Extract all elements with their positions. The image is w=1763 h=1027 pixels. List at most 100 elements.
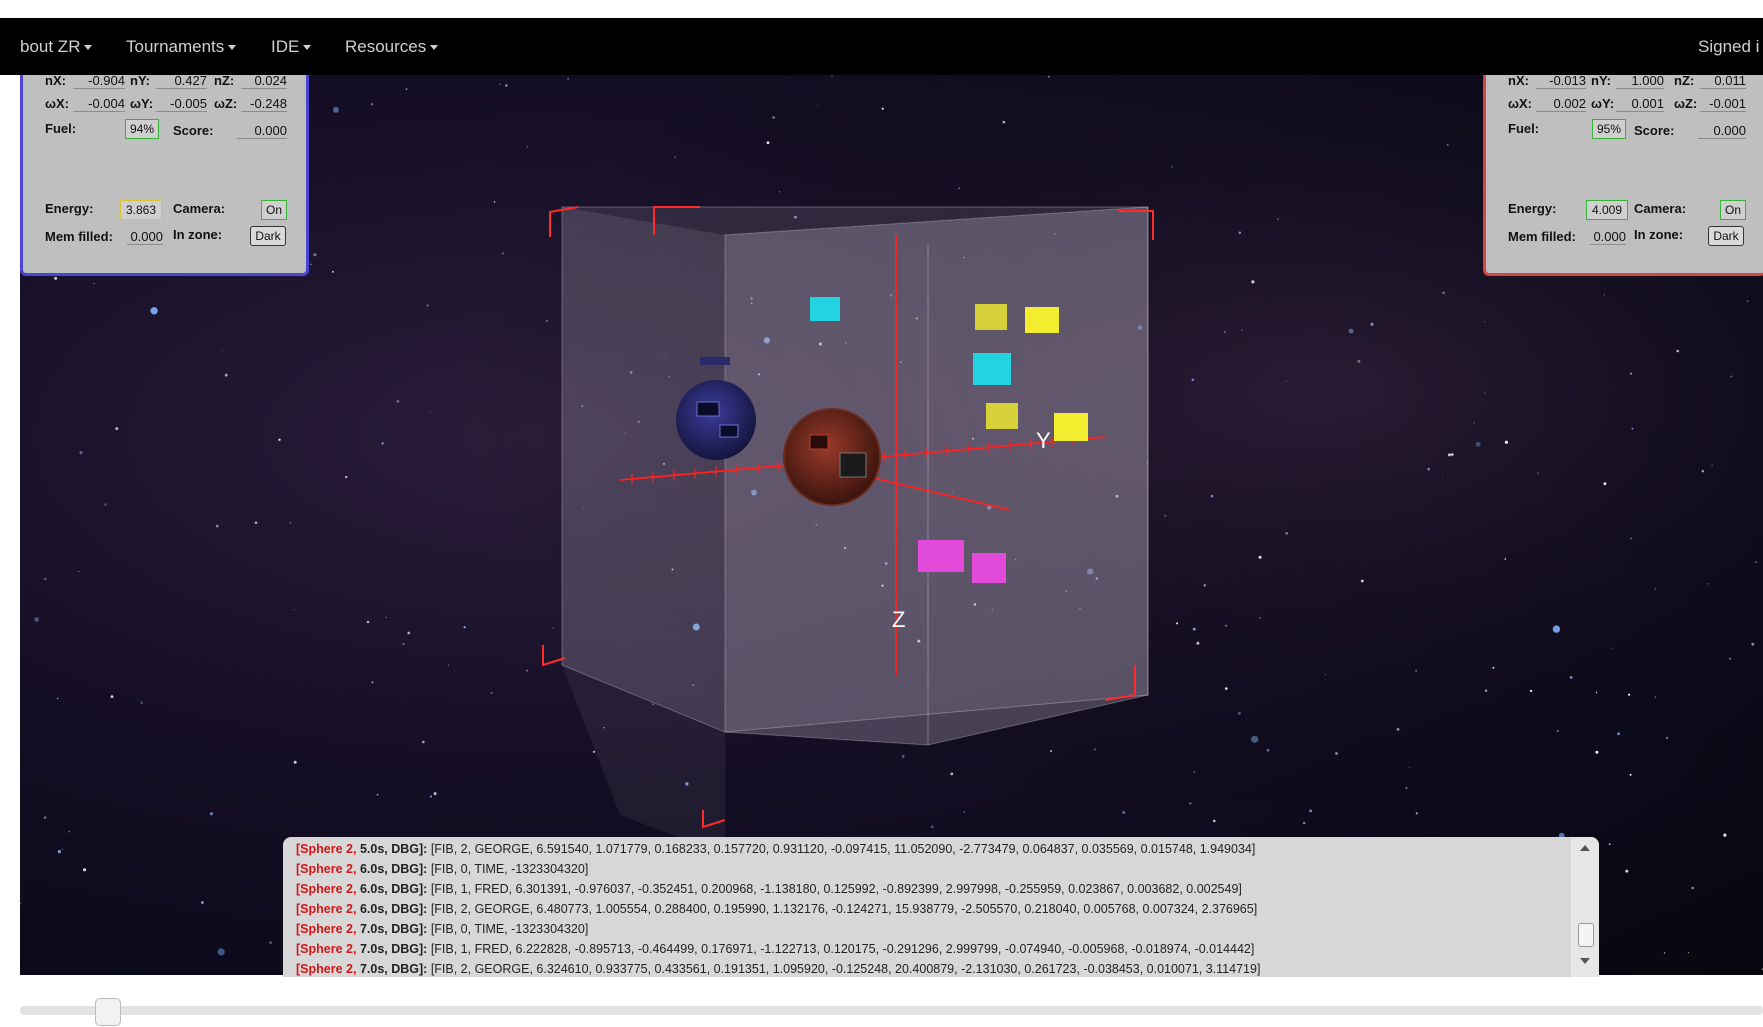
console-log-line: [Sphere 2, 7.0s, DBG]: [FIB, 0, TIME, -1… xyxy=(296,919,1564,939)
ny-value: 1.000 xyxy=(1616,75,1664,89)
score-value: 0.000 xyxy=(1698,123,1746,139)
bracket: ]: xyxy=(419,962,431,976)
star xyxy=(1238,711,1241,715)
star xyxy=(1309,809,1313,813)
camera-value: On xyxy=(1720,200,1746,220)
star xyxy=(1225,624,1227,627)
camera-label: Camera: xyxy=(173,201,226,216)
star xyxy=(1210,494,1214,498)
signed-in-link[interactable]: Signed i xyxy=(1698,18,1759,75)
star xyxy=(1754,561,1757,564)
star xyxy=(310,263,312,265)
star xyxy=(1654,588,1657,590)
star xyxy=(224,373,228,377)
star xyxy=(526,146,529,148)
console-scrollbar[interactable] xyxy=(1571,837,1599,977)
star xyxy=(150,307,158,315)
bracket: ]: xyxy=(419,862,431,876)
star xyxy=(1442,476,1444,478)
console-log-line: [Sphere 2, 6.0s, DBG]: [FIB, 1, FRED, 6.… xyxy=(296,879,1564,899)
star xyxy=(1629,372,1633,375)
star xyxy=(1617,732,1620,736)
star xyxy=(1285,380,1287,382)
star xyxy=(1370,322,1374,326)
separator: , xyxy=(352,922,360,936)
nav-resources-label: Resources xyxy=(345,37,427,56)
camera-value: On xyxy=(261,200,287,220)
star xyxy=(1238,231,1242,234)
item-magenta-1 xyxy=(918,540,964,572)
log-time: 7.0s, DBG xyxy=(359,922,419,936)
energy-label: Energy: xyxy=(45,201,94,216)
star xyxy=(1687,952,1689,954)
nav-tournaments[interactable]: Tournaments xyxy=(126,18,237,75)
star xyxy=(463,626,466,629)
star xyxy=(385,616,387,619)
bracket: ]: xyxy=(419,942,431,956)
star xyxy=(1676,349,1679,353)
debug-console[interactable]: [Sphere 2, 5.0s, DBG]: [FIB, 2, GEORGE, … xyxy=(283,837,1599,977)
star xyxy=(366,620,370,624)
caret-down-icon xyxy=(303,45,312,51)
star xyxy=(370,103,373,106)
energy-label: Energy: xyxy=(1508,201,1557,216)
bracket: ]: xyxy=(419,922,431,936)
star xyxy=(1050,750,1052,752)
log-source: Sphere 2 xyxy=(300,862,353,876)
star xyxy=(44,577,47,581)
star xyxy=(1448,453,1451,457)
star xyxy=(79,451,83,455)
mem-filled-label: Mem filled: xyxy=(1508,229,1576,244)
star xyxy=(1171,166,1173,168)
star xyxy=(217,948,225,956)
caret-down-icon xyxy=(228,45,237,51)
item-magenta-2 xyxy=(972,553,1006,583)
star xyxy=(332,106,339,113)
star xyxy=(57,850,62,854)
star xyxy=(1751,642,1755,646)
star xyxy=(54,276,58,280)
star xyxy=(831,75,833,77)
star xyxy=(1251,735,1259,743)
playback-slider-handle[interactable] xyxy=(95,998,122,1026)
scroll-down-icon[interactable] xyxy=(1580,958,1590,964)
star xyxy=(104,503,107,506)
wx-value: -0.004 xyxy=(73,96,125,112)
nav-resources[interactable]: Resources xyxy=(345,18,439,75)
item-yellow-2 xyxy=(1025,307,1059,333)
log-time: 6.0s, DBG xyxy=(359,862,419,876)
star xyxy=(1603,482,1607,486)
nz-label: nZ: xyxy=(1674,75,1695,88)
star xyxy=(1192,627,1196,631)
star xyxy=(526,669,529,672)
star xyxy=(1240,329,1243,331)
ny-value: 0.427 xyxy=(156,75,207,89)
log-time: 7.0s, DBG xyxy=(359,962,419,976)
star xyxy=(1266,748,1270,752)
wx-label: ωX: xyxy=(1508,96,1532,111)
star xyxy=(1094,748,1096,751)
star xyxy=(1473,422,1476,424)
star xyxy=(1504,558,1507,560)
ny-label: nY: xyxy=(130,75,150,88)
star xyxy=(293,760,297,764)
fuel-label: Fuel: xyxy=(1508,121,1540,136)
star xyxy=(1630,537,1632,540)
star xyxy=(1002,120,1006,124)
z-axis-label: Z xyxy=(892,607,905,632)
nav-about-zr[interactable]: bout ZR xyxy=(20,18,93,75)
log-source: Sphere 2 xyxy=(300,902,353,916)
separator: , xyxy=(352,862,360,876)
star xyxy=(1723,833,1727,837)
star xyxy=(881,107,884,110)
wy-label: ωY: xyxy=(130,96,154,111)
wy-value: 0.001 xyxy=(1616,96,1664,112)
score-label: Score: xyxy=(1634,123,1675,138)
playback-slider[interactable] xyxy=(20,1006,1763,1015)
nav-ide[interactable]: IDE xyxy=(271,18,312,75)
scroll-up-icon[interactable] xyxy=(1580,845,1590,851)
scroll-thumb[interactable] xyxy=(1578,923,1594,947)
nav-tournaments-label: Tournaments xyxy=(126,37,225,56)
mem-filled-value: 0.000 xyxy=(1590,229,1626,245)
console-log-line: [Sphere 2, 5.0s, DBG]: [FIB, 2, GEORGE, … xyxy=(296,839,1564,859)
